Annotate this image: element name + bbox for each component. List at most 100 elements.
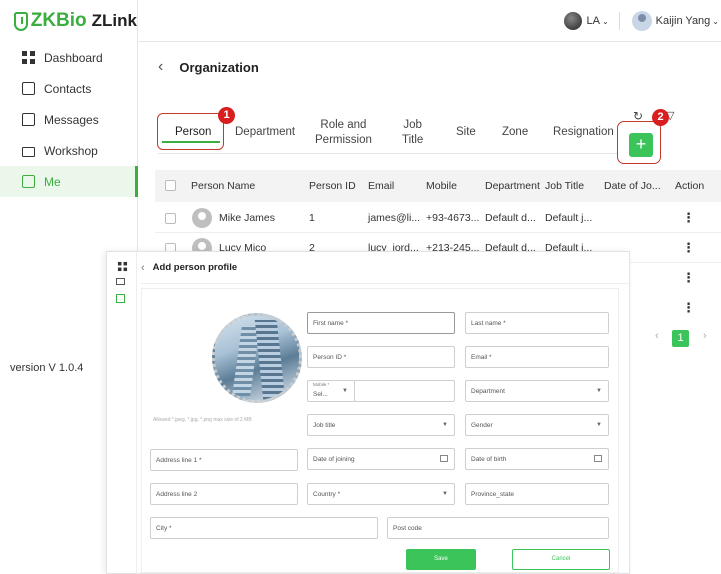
caret-down-icon: ▼	[596, 388, 602, 394]
save-button[interactable]: Save	[406, 549, 476, 570]
caret-down-icon: ▼	[342, 388, 348, 394]
top-bar: LA ⌄ Kaijin Yang ⌄	[138, 0, 721, 42]
column-header: Action	[675, 180, 705, 192]
country-select[interactable]: Country * ▼	[307, 483, 455, 505]
sidebar-item-messages[interactable]: Messages	[0, 104, 137, 135]
panel-title: Add person profile	[152, 262, 238, 273]
cell-department: Default d...	[485, 212, 536, 224]
column-header[interactable]: Mobile	[426, 180, 457, 192]
mini-sidebar	[107, 252, 137, 574]
shield-icon	[14, 11, 28, 31]
column-header[interactable]: Email	[368, 180, 394, 192]
job-title-placeholder: Job title	[313, 421, 336, 429]
tab-resignation[interactable]: Resignation	[553, 125, 614, 140]
step-badge-1: 1	[218, 107, 235, 124]
next-page-icon[interactable]: ›	[703, 330, 707, 342]
tab-label-line: Role and	[320, 119, 367, 131]
logo-main: ZKBio	[30, 10, 87, 31]
language-select[interactable]: LA	[586, 15, 599, 27]
gender-select[interactable]: Gender ▼	[465, 414, 609, 436]
more-actions-icon[interactable]: ⋮	[682, 271, 695, 284]
page-current[interactable]: 1	[672, 330, 689, 347]
sidebar-item-contacts[interactable]: Contacts	[0, 73, 137, 104]
sidebar-item-me[interactable]: Me	[0, 166, 138, 197]
prev-page-icon[interactable]: ‹	[655, 330, 659, 342]
globe-icon[interactable]	[564, 12, 583, 30]
mobile-label: Mobile *	[313, 382, 330, 387]
more-actions-icon[interactable]: ⋮	[682, 211, 695, 224]
mobile-number-field[interactable]	[354, 380, 455, 402]
row-checkbox[interactable]	[165, 213, 176, 224]
province-field[interactable]: Province_state	[465, 483, 609, 505]
page-title-row: ‹ Organization	[158, 58, 259, 76]
me-icon[interactable]	[116, 294, 125, 303]
column-header[interactable]: Date of Jo...	[604, 180, 661, 192]
user-avatar[interactable]	[631, 11, 652, 31]
app-root: ZKBio ZLink Dashboard Contacts Messages …	[0, 0, 721, 574]
person-id-field[interactable]: Person ID *	[307, 346, 455, 368]
tab-label-line: Permission	[315, 134, 372, 146]
tab-label-line: Title	[402, 134, 424, 146]
cancel-button[interactable]: Cancel	[512, 549, 610, 570]
person-avatar	[192, 208, 212, 228]
table-header: Person Name Person ID Email Mobile Depar…	[155, 170, 721, 202]
user-name[interactable]: Kaijin Yang	[656, 15, 711, 27]
calendar-icon[interactable]	[594, 455, 602, 462]
select-all-checkbox[interactable]	[165, 180, 176, 191]
add-person-profile-panel: ‹ Add person profile Allowed *.jpeg, *.j…	[106, 251, 630, 574]
caret-down-icon: ▼	[596, 422, 602, 428]
tab-label-line: Job	[403, 119, 422, 131]
panel-header: ‹ Add person profile	[141, 252, 629, 284]
department-placeholder: Department	[471, 387, 505, 395]
sidebar-item-dashboard[interactable]: Dashboard	[0, 42, 137, 73]
caret-down-icon: ▼	[442, 491, 448, 497]
brand-logo[interactable]: ZKBio ZLink	[0, 0, 137, 42]
dashboard-icon[interactable]	[117, 261, 128, 272]
add-person-button[interactable]: +	[629, 133, 653, 157]
messages-icon	[22, 113, 35, 126]
gender-placeholder: Gender	[471, 421, 493, 429]
mobile-code-select[interactable]: Mobile * Sel... ▼	[307, 380, 355, 402]
job-title-select[interactable]: Job title ▼	[307, 414, 455, 436]
address-line-1-field[interactable]: Address line 1 *	[150, 449, 298, 471]
tab-site[interactable]: Site	[456, 125, 476, 140]
cell-job-title: Default j...	[545, 212, 593, 224]
date-of-joining-field[interactable]: Date of joining	[307, 448, 455, 470]
workshop-icon[interactable]	[116, 278, 125, 285]
tab-department[interactable]: Department	[235, 125, 295, 140]
more-actions-icon[interactable]: ⋮	[682, 301, 695, 314]
column-header[interactable]: Department	[485, 180, 540, 192]
back-arrow-icon[interactable]: ‹	[141, 262, 145, 274]
email-field[interactable]: Email *	[465, 346, 609, 368]
table-row[interactable]: Mike James 1 james@li... +93-4673... Def…	[155, 203, 721, 233]
cell-name: Mike James	[219, 212, 276, 224]
mobile-code-value: Sel...	[313, 390, 328, 398]
column-header[interactable]: Job Title	[545, 180, 584, 192]
country-placeholder: Country *	[313, 490, 341, 498]
last-name-field[interactable]: Last name *	[465, 312, 609, 334]
sidebar-item-label: Workshop	[44, 143, 98, 158]
back-arrow-icon[interactable]: ‹	[158, 58, 163, 76]
column-header[interactable]: Person ID	[309, 180, 356, 192]
logo-sub: ZLink	[91, 11, 137, 30]
workshop-icon	[22, 147, 35, 157]
profile-photo[interactable]	[212, 313, 302, 403]
sidebar-item-label: Me	[44, 174, 61, 189]
address-line-2-field[interactable]: Address line 2	[150, 483, 298, 505]
photo-hint: Allowed *.jpeg, *.jpg, *.png max size of…	[153, 417, 252, 423]
column-header[interactable]: Person Name	[191, 180, 255, 192]
tab-job-title[interactable]: Job Title	[402, 118, 423, 148]
sidebar-item-label: Dashboard	[44, 50, 103, 65]
first-name-field[interactable]: First name *	[307, 312, 455, 334]
date-of-joining-placeholder: Date of joining	[313, 455, 355, 463]
more-actions-icon[interactable]: ⋮	[682, 241, 695, 254]
department-select[interactable]: Department ▼	[465, 380, 609, 402]
date-of-birth-field[interactable]: Date of birth	[465, 448, 609, 470]
post-code-field[interactable]: Post code	[387, 517, 609, 539]
city-field[interactable]: City *	[150, 517, 378, 539]
tab-zone[interactable]: Zone	[502, 125, 528, 140]
sidebar-item-workshop[interactable]: Workshop	[0, 135, 137, 166]
version-label: version V 1.0.4	[10, 362, 84, 374]
tab-role-permission[interactable]: Role and Permission	[315, 118, 372, 148]
calendar-icon[interactable]	[440, 455, 448, 462]
